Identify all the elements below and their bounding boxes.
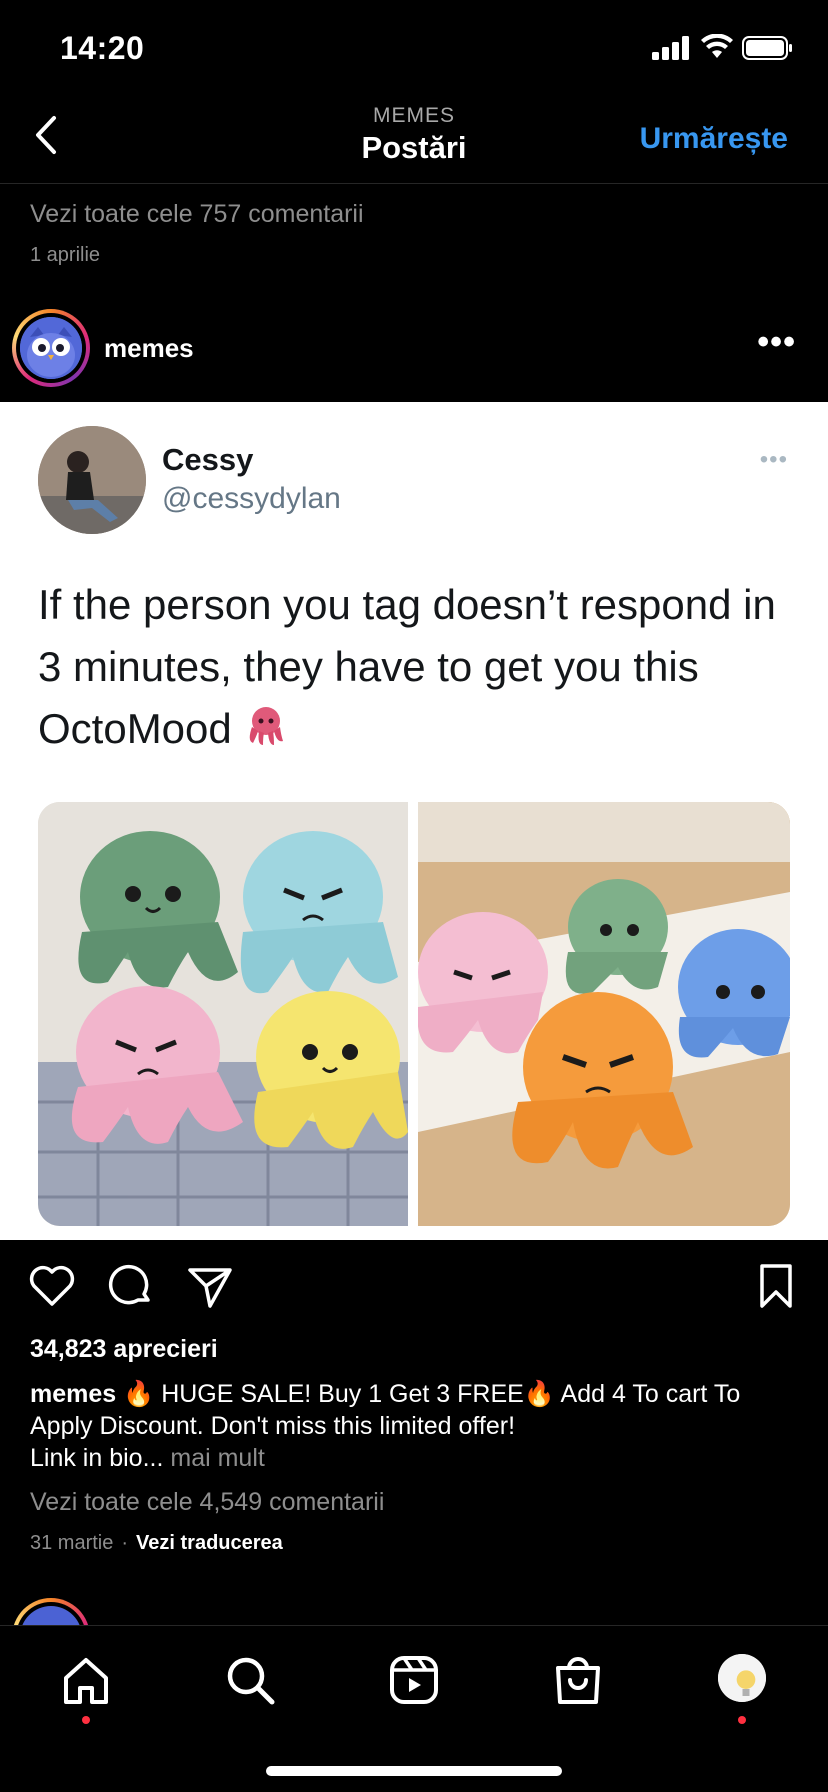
tab-profile[interactable] <box>714 1652 770 1724</box>
share-direct-icon[interactable] <box>186 1262 234 1310</box>
octopus-plush-photo-right <box>417 802 790 1226</box>
post-meta: 31 martie · Vezi traducerea <box>30 1532 283 1555</box>
like-heart-icon[interactable] <box>28 1262 76 1310</box>
post-caption: memes 🔥 HUGE SALE! Buy 1 Get 3 FREE🔥 Add… <box>30 1378 800 1474</box>
view-all-comments-link[interactable]: Vezi toate cele 4,549 comentarii <box>30 1488 384 1517</box>
shop-icon <box>556 1657 600 1704</box>
nav-header: MEMES Postări Urmărește <box>0 92 828 184</box>
post-image[interactable]: Cessy @cessydylan ••• If the person you … <box>0 402 828 1240</box>
post-header: memes ••• <box>0 305 828 395</box>
home-indicator[interactable] <box>266 1766 562 1776</box>
tweet-text-body: If the person you tag doesn’t respond in… <box>38 581 776 752</box>
status-time: 14:20 <box>60 30 145 66</box>
caption-text-3: Link in bio... <box>30 1444 164 1472</box>
caption-text-1: 🔥 HUGE SALE! Buy 1 Get 3 FREE <box>116 1380 524 1408</box>
home-icon <box>64 1658 108 1704</box>
home-notification-dot <box>82 1716 90 1724</box>
owl-avatar-icon <box>20 317 82 379</box>
profile-notification-dot <box>738 1716 746 1724</box>
profile-avatar <box>718 1654 766 1702</box>
follow-button[interactable]: Urmărește <box>640 122 788 156</box>
tweet-author-handle: @cessydylan <box>162 482 341 515</box>
battery-icon <box>742 36 792 60</box>
caption-more-link[interactable]: mai mult <box>163 1444 264 1472</box>
caption-username[interactable]: memes <box>30 1380 116 1408</box>
octopus-plush-photo-left <box>38 802 408 1226</box>
see-translation-link[interactable]: Vezi traducerea <box>136 1532 283 1554</box>
tab-search[interactable] <box>222 1652 278 1708</box>
tweet-author-avatar <box>38 426 146 534</box>
post-options-icon[interactable]: ••• <box>757 323 796 362</box>
tab-shop[interactable] <box>550 1652 606 1708</box>
tweet-author-name: Cessy <box>162 442 254 477</box>
post-date: 31 martie <box>30 1532 114 1554</box>
post-avatar[interactable] <box>12 309 90 387</box>
tweet-more-icon: ••• <box>759 446 788 473</box>
comment-icon[interactable] <box>108 1262 156 1310</box>
octopus-emoji-icon <box>250 707 284 745</box>
wifi-icon <box>701 34 733 58</box>
meta-separator: · <box>121 1532 129 1554</box>
previous-post-comments-link[interactable]: Vezi toate cele 757 comentarii <box>30 200 364 229</box>
previous-post-date: 1 aprilie <box>30 244 101 266</box>
post-username[interactable]: memes <box>104 333 194 364</box>
status-bar: 14:20 <box>0 0 828 92</box>
tweet-photos <box>38 802 790 1226</box>
tab-home[interactable] <box>58 1652 114 1724</box>
tab-reels[interactable] <box>386 1652 442 1708</box>
cellular-signal-icon <box>652 36 689 60</box>
search-icon <box>227 1657 275 1705</box>
reels-icon <box>390 1656 438 1704</box>
tweet-text: If the person you tag doesn’t respond in… <box>38 574 798 760</box>
post-action-bar <box>0 1262 828 1316</box>
save-bookmark-icon[interactable] <box>752 1262 800 1310</box>
likes-count[interactable]: 34,823 aprecieri <box>30 1335 218 1364</box>
